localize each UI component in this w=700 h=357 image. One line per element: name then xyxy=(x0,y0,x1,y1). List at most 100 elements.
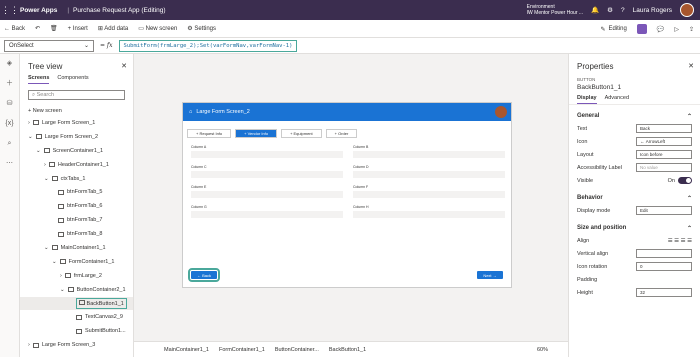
layout-dropdown[interactable]: Icon before xyxy=(636,150,692,159)
back-button[interactable]: ← Back xyxy=(188,268,220,282)
editing-button[interactable]: ✎ Editing xyxy=(600,26,626,33)
home-icon[interactable]: ⌂ xyxy=(189,109,192,115)
app-launcher-icon[interactable]: ⋮⋮ xyxy=(0,5,20,16)
screen-title: Large Form Screen_2 xyxy=(196,109,250,115)
data-icon[interactable]: ⛁ xyxy=(0,94,19,114)
environment[interactable]: Environment IW Mentor Power Hour ... xyxy=(527,4,583,16)
form-tabs: + Request Info + Vendor Info + Equipment… xyxy=(183,121,511,138)
close-icon[interactable]: ✕ xyxy=(121,62,127,70)
tree-item[interactable]: TextCanvas2_9 xyxy=(20,310,133,324)
app-title: Purchase Request App (Editing) xyxy=(73,6,166,14)
vertical-align-dropdown[interactable] xyxy=(636,249,692,258)
fx-icon: = fx xyxy=(100,42,113,49)
help-icon[interactable]: ? xyxy=(621,7,625,14)
breadcrumb-item[interactable]: MainContainer1_1 xyxy=(164,347,209,353)
form-field: Column E xyxy=(191,185,343,198)
insert-button[interactable]: + Insert xyxy=(68,26,88,32)
visible-toggle[interactable] xyxy=(678,177,692,184)
breadcrumb-item[interactable]: FormContainer1_1 xyxy=(219,347,265,353)
rotation-field[interactable]: 0 xyxy=(636,262,692,271)
text-field[interactable]: Back xyxy=(636,124,692,133)
formula-bar: OnSelect ⌄ = fx SubmitForm(frmLarge_2);Se… xyxy=(0,38,700,54)
properties-panel: Properties ✕ BUTTON BackButton1_1 Displa… xyxy=(568,54,700,357)
section-general[interactable]: General ⌃ xyxy=(569,105,700,122)
align-buttons[interactable]: ☰ ☰ ☰ ☰ xyxy=(668,238,692,244)
tree-item-selected[interactable]: BackButton1_1 xyxy=(20,296,133,311)
tree-title: Tree view xyxy=(28,62,63,71)
breadcrumb: MainContainer1_1 FormContainer1_1 Button… xyxy=(134,341,568,357)
display-mode-dropdown[interactable]: Edit xyxy=(636,206,692,215)
property-dropdown[interactable]: OnSelect ⌄ xyxy=(4,39,94,52)
settings-button[interactable]: ⚙ Settings xyxy=(187,25,216,32)
canvas: ⌂ Large Form Screen_2 + Request Info + V… xyxy=(134,54,568,357)
tree-item[interactable]: btnFormTab_6 xyxy=(20,199,133,213)
properties-title: Properties xyxy=(577,62,614,71)
avatar xyxy=(495,106,507,118)
app-screen: ⌂ Large Form Screen_2 + Request Info + V… xyxy=(182,102,512,288)
command-bar: ← Back ↶ 🗑 + Insert ⊞ Add data ▭ New scr… xyxy=(0,20,700,38)
tree-item[interactable]: › Large Form Screen_3 xyxy=(20,338,133,352)
tree-item[interactable]: ⌄ ctxTabs_1 xyxy=(20,172,133,186)
new-screen-button[interactable]: ▭ New screen xyxy=(138,25,177,32)
breadcrumb-item[interactable]: ButtonContainer... xyxy=(275,347,319,353)
tree-item[interactable]: btnFormTab_5 xyxy=(20,185,133,199)
form-field: Column A xyxy=(191,145,343,158)
play-icon[interactable]: ▷ xyxy=(674,26,679,33)
publish-icon[interactable]: ⇪ xyxy=(689,26,694,33)
zoom-level: 60% xyxy=(536,346,548,353)
comment-icon[interactable]: 💬 xyxy=(657,26,664,33)
gear-icon[interactable]: ⚙ xyxy=(607,6,613,14)
tree-item[interactable]: ⌄ MainContainer1_1 xyxy=(20,241,133,255)
tree-item[interactable]: ⌄ ButtonContainer2_1 xyxy=(20,283,133,297)
tree-item[interactable]: btnFormTab_8 xyxy=(20,227,133,241)
top-bar: ⋮⋮ Power Apps | Purchase Request App (Ed… xyxy=(0,0,700,20)
next-button[interactable]: Next → xyxy=(477,271,503,279)
tree-item[interactable]: › frmLarge_2 xyxy=(20,269,133,283)
user-name: Laura Rogers xyxy=(632,6,672,14)
layers-icon[interactable]: ◈ xyxy=(0,54,19,74)
tree-item[interactable]: SubmitButton1... xyxy=(20,324,133,338)
bell-icon[interactable]: 🔔 xyxy=(591,6,599,14)
back-button[interactable]: ← Back xyxy=(4,26,25,32)
copilot-icon[interactable] xyxy=(636,24,647,34)
tab-components[interactable]: Components xyxy=(57,75,88,84)
tree-item[interactable]: › HeaderContainer1_1 xyxy=(20,158,133,172)
tab-request-info[interactable]: + Request Info xyxy=(187,129,232,138)
search-input[interactable]: ⌕ Search xyxy=(28,90,125,100)
form-field: Column H xyxy=(353,205,505,218)
tab-vendor-info[interactable]: + Vendor Info xyxy=(235,129,278,138)
section-size[interactable]: Size and position ⌃ xyxy=(569,217,700,234)
insert-icon[interactable]: ＋ xyxy=(0,74,19,94)
app-name: Power Apps xyxy=(20,6,58,14)
more-icon[interactable]: ⋯ xyxy=(0,154,19,174)
form-field: Column G xyxy=(191,205,343,218)
tree-item[interactable]: ⌄ FormContainer1_1 xyxy=(20,255,133,269)
close-icon[interactable]: ✕ xyxy=(688,62,694,70)
form-field: Column F xyxy=(353,185,505,198)
tree-item[interactable]: ⌄ ScreenContainer1_1 xyxy=(20,144,133,158)
tree-item[interactable]: › Large Form Screen_1 xyxy=(20,116,133,130)
section-behavior[interactable]: Behavior ⌃ xyxy=(569,187,700,204)
variables-icon[interactable]: {x} xyxy=(0,114,19,134)
control-name[interactable]: BackButton1_1 xyxy=(569,82,700,95)
form-fields: Column A Column B Column C Column D Colu… xyxy=(191,145,505,218)
icon-dropdown[interactable]: ← ArrowLeft xyxy=(636,137,692,146)
tree-item[interactable]: ⌄ Large Form Screen_2 xyxy=(20,130,133,144)
height-field[interactable]: 32 xyxy=(636,288,692,297)
tab-advanced[interactable]: Advanced xyxy=(605,95,629,104)
breadcrumb-item[interactable]: BackButton1_1 xyxy=(329,347,366,353)
tree-item[interactable]: btnFormTab_7 xyxy=(20,213,133,227)
add-data-button[interactable]: ⊞ Add data xyxy=(98,25,128,32)
new-screen-link[interactable]: + New screen xyxy=(20,106,133,116)
tab-screens[interactable]: Screens xyxy=(28,75,50,84)
delete-icon[interactable]: 🗑 xyxy=(50,25,58,32)
tab-display[interactable]: Display xyxy=(577,95,597,104)
left-rail: ◈ ＋ ⛁ {x} ⌕ ⋯ xyxy=(0,54,20,357)
tab-equipment[interactable]: + Equipment xyxy=(281,129,322,138)
tab-order[interactable]: + Order xyxy=(325,129,358,138)
formula-input[interactable]: SubmitForm(frmLarge_2);Set(varFormNav,va… xyxy=(118,39,298,52)
avatar[interactable] xyxy=(680,3,694,17)
undo-icon[interactable]: ↶ xyxy=(35,25,40,32)
accessibility-field[interactable]: No value xyxy=(636,163,692,172)
search-icon[interactable]: ⌕ xyxy=(0,134,19,154)
